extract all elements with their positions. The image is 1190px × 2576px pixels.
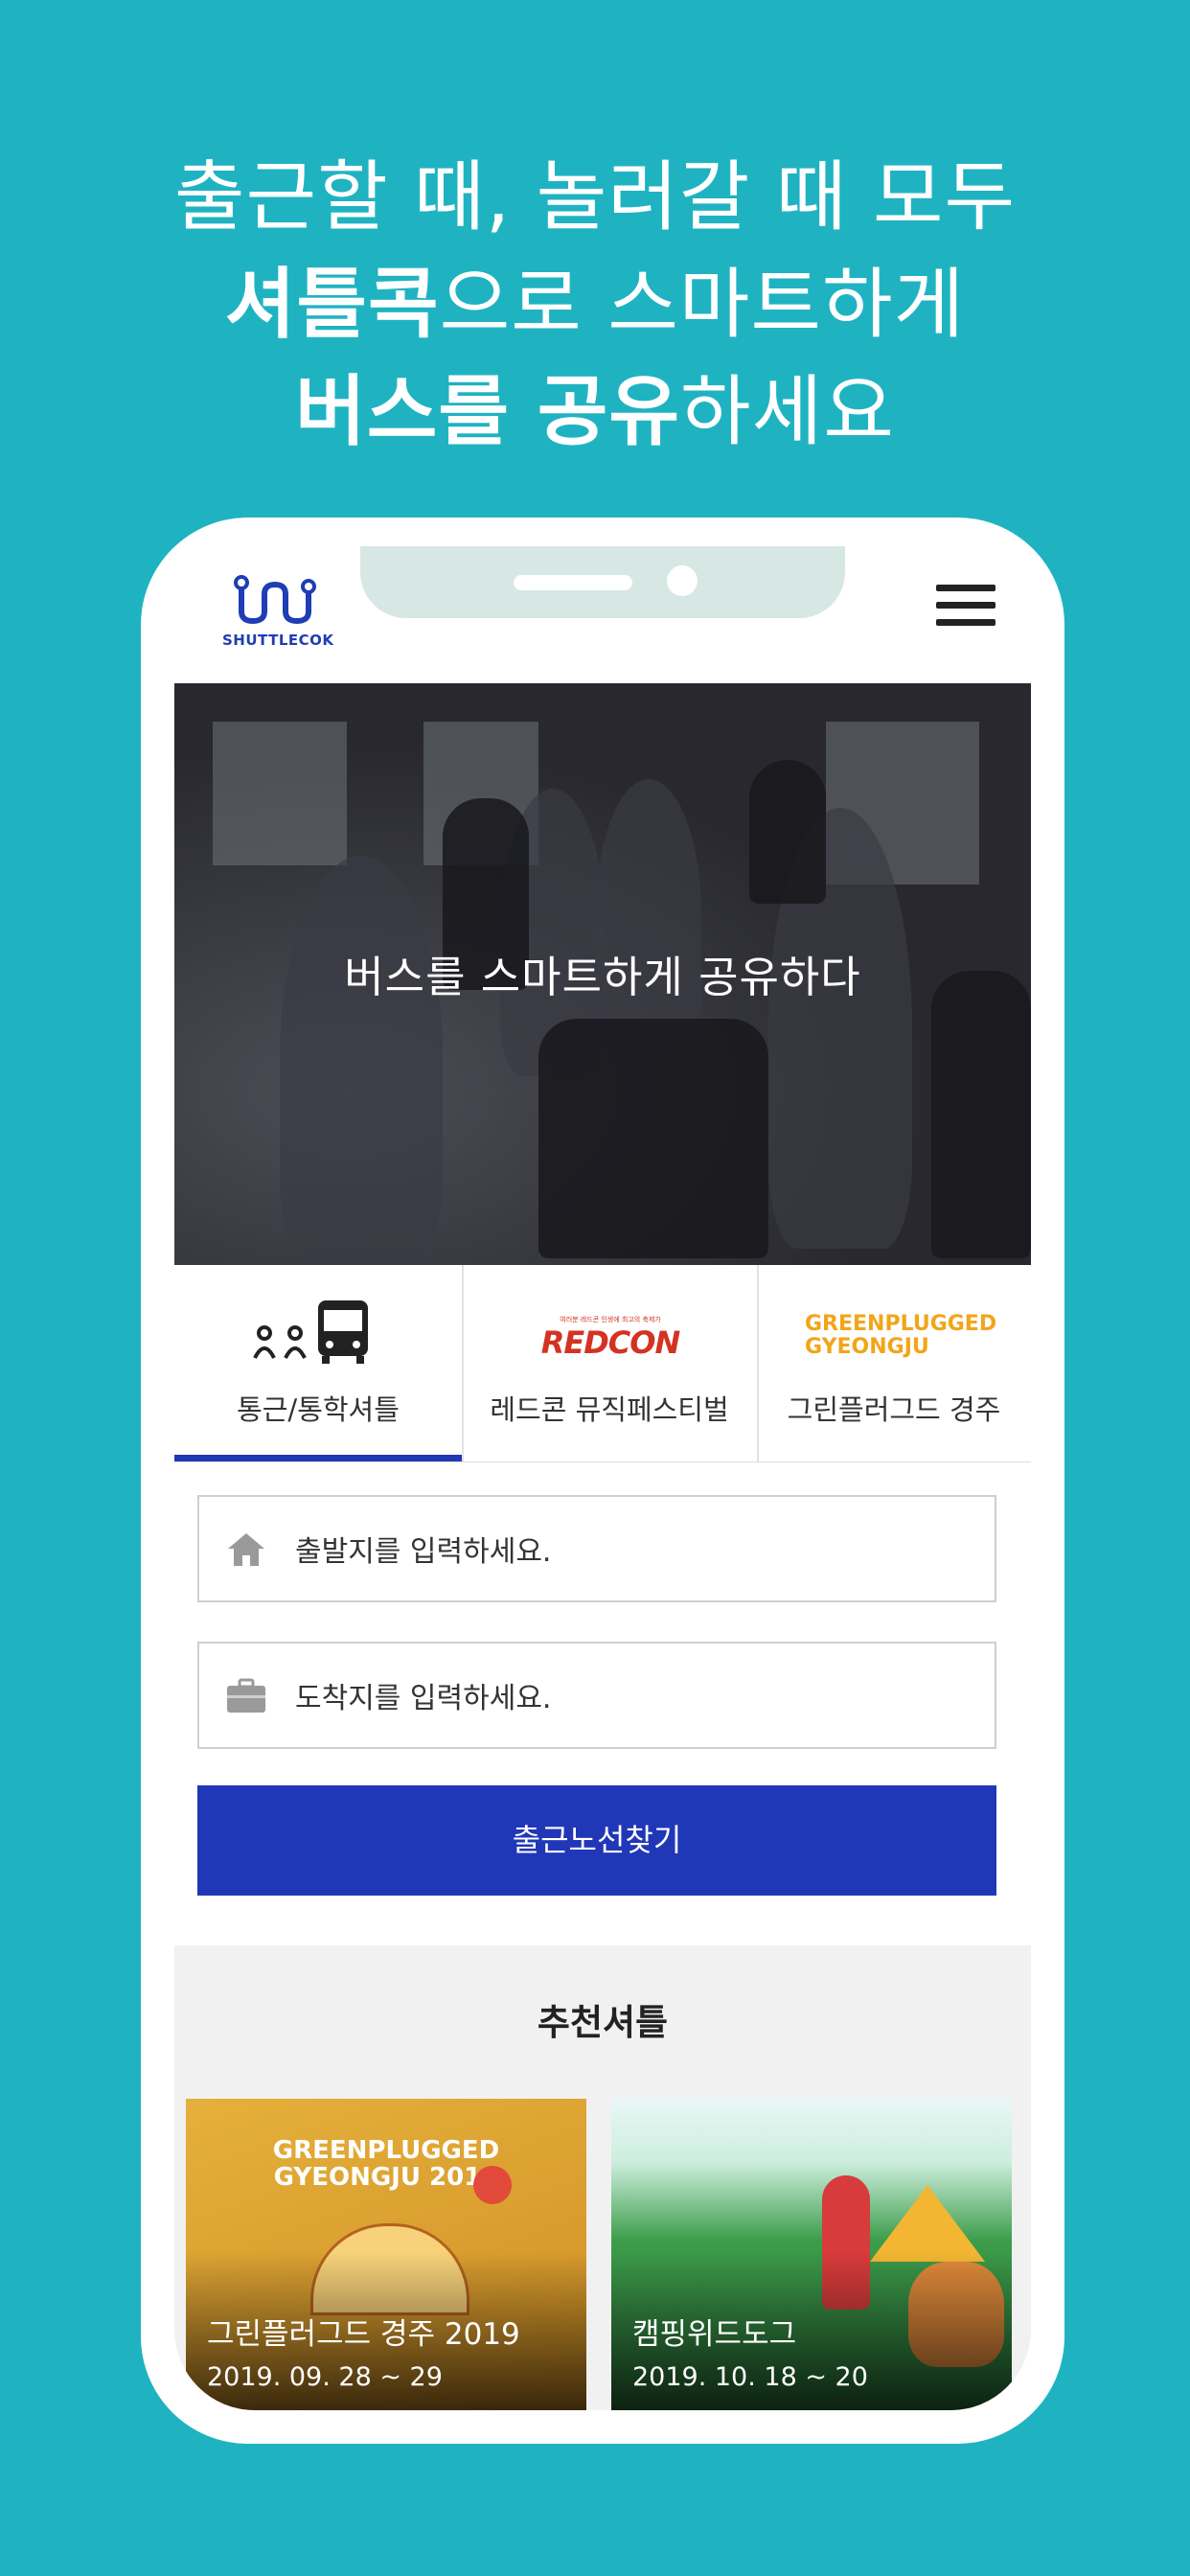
card-title: 그린플러그드 경주 2019: [207, 2317, 520, 2352]
arrival-field[interactable]: 도착지를 입력하세요.: [197, 1642, 996, 1749]
departure-field[interactable]: 출발지를 입력하세요.: [197, 1495, 996, 1602]
phone-frame: SHUTTLECOK 버스를 스마트하게 공유하다 통근/통학셔틀 여러분 레드…: [141, 518, 1064, 2444]
greenplugged-logo-line1: GREENPLUGGED: [805, 1312, 997, 1336]
greenplugged-logo-line2: GYEONGJU: [805, 1335, 929, 1359]
greenplugged-logo: GREENPLUGGED GYEONGJU: [805, 1312, 997, 1359]
card-date: 2019. 10. 18 ~ 20: [632, 2362, 868, 2392]
shuttlecok-logo-icon: [234, 575, 316, 625]
redcon-logo-text: REDCON: [540, 1324, 681, 1361]
headline-line-3: 버스를 공유하세요: [0, 358, 1190, 466]
tab-redcon[interactable]: 여러분 레드콘 인생에 최고의 축제가 REDCON 레드콘 뮤직페스티벌: [462, 1265, 759, 1461]
departure-placeholder: 출발지를 입력하세요.: [295, 1535, 552, 1569]
app-screen: SHUTTLECOK 버스를 스마트하게 공유하다 통근/통학셔틀 여러분 레드…: [174, 546, 1031, 2410]
recommended-section: 추천셔틀 GREENPLUGGED GYEONGJU 2019 그린플러그드 경…: [174, 1945, 1031, 2410]
card-date: 2019. 09. 28 ~ 29: [207, 2362, 443, 2392]
tab-label: 레드콘 뮤직페스티벌: [490, 1393, 729, 1426]
headline-line-2: 셔틀콕으로 스마트하게: [0, 251, 1190, 358]
briefcase-icon: [227, 1678, 265, 1713]
recommended-title: 추천셔틀: [537, 2002, 669, 2043]
redcon-logo: 여러분 레드콘 인생에 최고의 축제가 REDCON: [538, 1315, 682, 1361]
category-tabs: 통근/통학셔틀 여러분 레드콘 인생에 최고의 축제가 REDCON 레드콘 뮤…: [174, 1265, 1031, 1462]
headline-line-3-rest: 하세요: [680, 367, 895, 456]
phone-notch: [360, 546, 845, 618]
tent-image: [870, 2185, 985, 2262]
card-greenplugged[interactable]: GREENPLUGGED GYEONGJU 2019 그린플러그드 경주 201…: [186, 2099, 586, 2410]
tab-greenplugged[interactable]: GREENPLUGGED GYEONGJU 그린플러그드 경주: [757, 1265, 1031, 1461]
tab-label: 통근/통학셔틀: [237, 1393, 400, 1426]
card-camping-with-dog[interactable]: 캠핑위드도그 2019. 10. 18 ~ 20: [611, 2099, 1012, 2410]
tab-label: 그린플러그드 경주: [787, 1393, 1001, 1426]
headline-line-1: 출근할 때, 놀러갈 때 모두: [173, 152, 1017, 242]
find-route-button[interactable]: 출근노선찾기: [197, 1785, 996, 1896]
card-title: 캠핑위드도그: [632, 2317, 797, 2352]
poster-line-2: GYEONGJU 2019: [273, 2163, 499, 2192]
tab-commute-shuttle[interactable]: 통근/통학셔틀: [174, 1265, 464, 1461]
app-logo[interactable]: SHUTTLECOK: [222, 575, 334, 649]
balloon-image: [473, 2166, 512, 2204]
home-icon: [228, 1533, 264, 1566]
hero-banner: 버스를 스마트하게 공유하다: [174, 683, 1031, 1265]
arrival-placeholder: 도착지를 입력하세요.: [295, 1682, 552, 1715]
headline-line-2-rest: 으로 스마트하게: [439, 260, 966, 349]
hero-title: 버스를 스마트하게 공유하다: [344, 952, 861, 1002]
poster-line-1: GREENPLUGGED: [272, 2136, 500, 2165]
logo-text: SHUTTLECOK: [222, 632, 334, 649]
poster-title: GREENPLUGGED GYEONGJU 2019: [186, 2137, 586, 2191]
hamburger-menu-icon[interactable]: [936, 585, 995, 634]
people-bus-icon: [253, 1300, 368, 1364]
redcon-logo-tagline: 여러분 레드콘 인생에 최고의 축제가: [560, 1316, 661, 1323]
brand-name: 셔틀콕: [224, 260, 440, 349]
headline-emphasis: 버스를 공유: [295, 367, 681, 456]
promo-headline: 출근할 때, 놀러갈 때 모두 셔틀콕으로 스마트하게 버스를 공유하세요: [0, 144, 1190, 466]
